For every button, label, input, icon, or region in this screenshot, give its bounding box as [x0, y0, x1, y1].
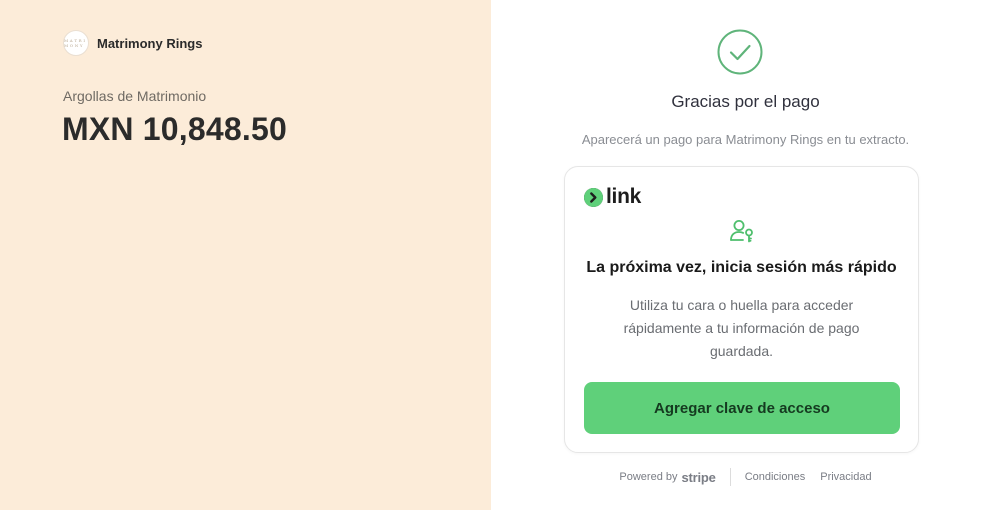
link-passkey-card: link La próxima vez, inicia sesión más r… — [564, 166, 919, 453]
footer-divider — [729, 468, 731, 486]
order-summary-pane: M A T R I M O N Y Matrimony Rings Argoll… — [0, 0, 491, 510]
thanks-title: Gracias por el pago — [671, 92, 820, 111]
link-card-description: Utiliza tu cara o huella para acceder rá… — [623, 297, 860, 359]
privacy-link[interactable]: Privacidad — [820, 471, 871, 483]
terms-link[interactable]: Condiciones — [745, 471, 806, 483]
link-card-heading: La próxima vez, inicia sesión más rápido — [586, 259, 897, 276]
product-name: Argollas de Matrimonio — [63, 88, 207, 104]
stripe-logo: stripe — [681, 469, 716, 485]
link-arrow-icon — [584, 187, 603, 207]
merchant-header: M A T R I M O N Y Matrimony Rings — [63, 30, 202, 56]
powered-by-stripe[interactable]: Powered by stripe — [619, 470, 715, 485]
payment-confirmation-pane: Gracias por el pago Aparecerá un pago pa… — [491, 0, 1000, 510]
user-key-icon — [730, 220, 753, 243]
order-amount: MXN 10,848.50 — [62, 111, 287, 147]
add-passkey-button[interactable]: Agregar clave de acceso — [584, 382, 900, 434]
footer: Powered by stripe Condiciones Privacidad — [491, 468, 1000, 486]
powered-by-label: Powered by — [619, 471, 678, 483]
link-brand-text: link — [606, 185, 641, 208]
statement-note: Aparecerá un pago para Matrimony Rings e… — [581, 132, 910, 147]
merchant-name: Matrimony Rings — [97, 35, 203, 51]
link-logo: link — [584, 185, 641, 209]
check-circle-icon — [717, 29, 763, 75]
merchant-logo-text: M A T R I M O N Y — [64, 38, 86, 48]
merchant-logo: M A T R I M O N Y — [63, 30, 89, 56]
